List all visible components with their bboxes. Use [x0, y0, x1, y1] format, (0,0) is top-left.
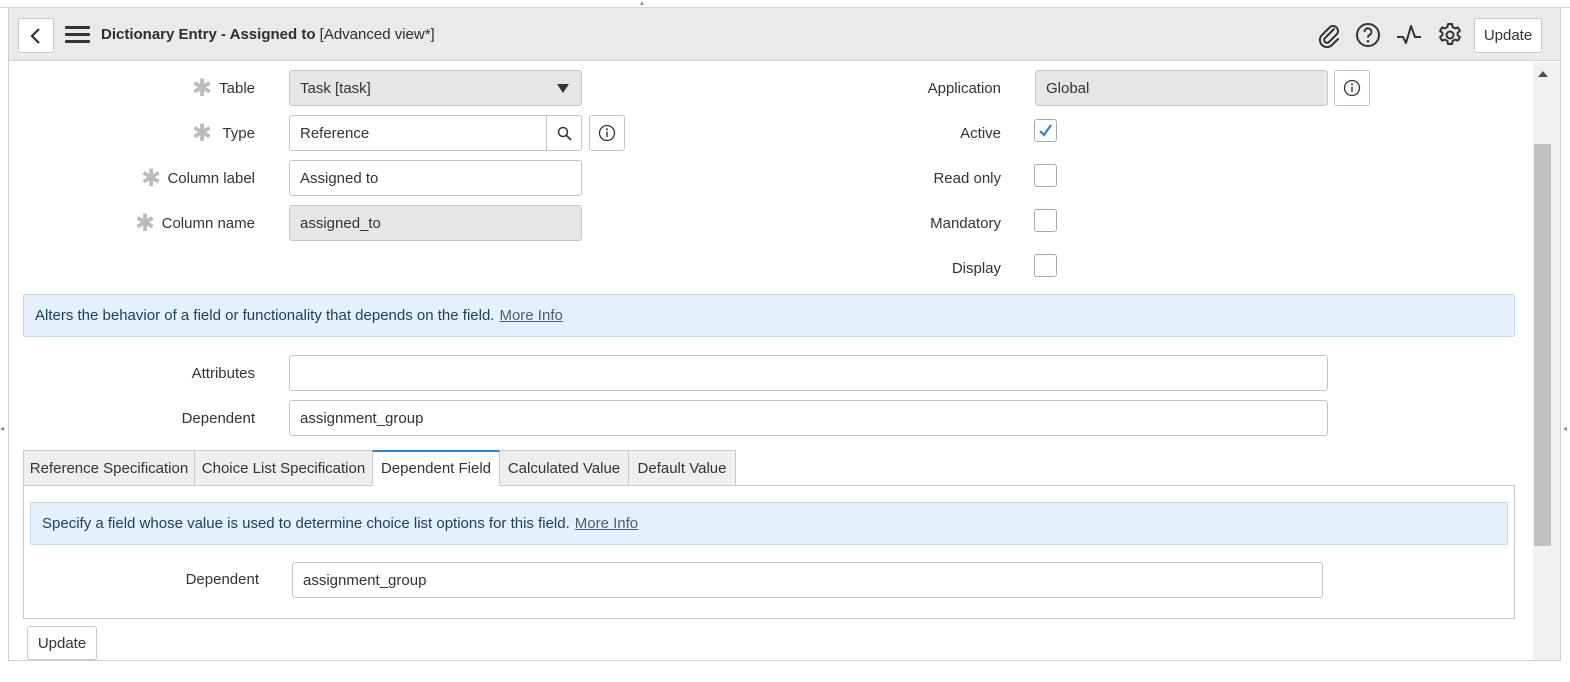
column-name-input[interactable]: assigned_to [289, 205, 582, 241]
read-only-label: Read only [933, 170, 1001, 187]
tab-panel-dependent-field: Specify a field whose value is used to d… [23, 485, 1515, 619]
tab-info-text: Specify a field whose value is used to d… [42, 515, 570, 532]
left-edge-arrow-icon: ◂ [0, 424, 5, 433]
application-value: Global [1046, 79, 1090, 97]
type-info-button[interactable] [589, 115, 625, 151]
column-label-value: Assigned to [300, 169, 379, 187]
scrollbar-thumb[interactable] [1534, 144, 1551, 546]
back-icon [30, 27, 40, 44]
dependent-value: assignment_group [300, 409, 424, 427]
mandatory-label: Mandatory [930, 215, 1001, 232]
info-icon [598, 124, 616, 142]
vertical-scrollbar[interactable] [1533, 62, 1560, 660]
tab-dependent-label: Dependent [185, 571, 259, 588]
help-icon[interactable] [1354, 21, 1382, 49]
form-content: ✱ Table Task [task] ✱ Type Reference ✱ C… [9, 62, 1533, 660]
attachment-icon[interactable] [1315, 21, 1343, 49]
back-button[interactable] [18, 18, 54, 53]
resize-handle-icon[interactable]: ▲ [638, 0, 646, 7]
page-title: Dictionary Entry - Assigned to [Advanced… [101, 26, 435, 43]
menu-icon[interactable] [65, 26, 90, 45]
form-header: Dictionary Entry - Assigned to [Advanced… [9, 8, 1560, 61]
table-select-value: Task [task] [300, 79, 371, 97]
page-title-main: Dictionary Entry - Assigned to [101, 26, 316, 43]
settings-icon[interactable] [1436, 21, 1464, 49]
tab-default-value[interactable]: Default Value [628, 450, 736, 486]
header-update-button[interactable]: Update [1474, 18, 1542, 53]
attributes-label: Attributes [191, 365, 255, 382]
tab-choice-list-specification[interactable]: Choice List Specification [194, 450, 373, 486]
tab-calculated-value[interactable]: Calculated Value [499, 450, 629, 486]
application-info-button[interactable] [1334, 70, 1370, 106]
type-input-value: Reference [300, 124, 370, 142]
tab-dependent-value: assignment_group [303, 571, 427, 589]
active-checkbox[interactable] [1034, 119, 1057, 142]
tab-more-info-link[interactable]: More Info [575, 515, 638, 532]
checkmark-icon [1039, 124, 1052, 137]
read-only-checkbox[interactable] [1034, 164, 1057, 187]
info-icon [1343, 79, 1361, 97]
right-edge-arrow-icon: ◂ [1563, 424, 1568, 433]
more-info-link[interactable]: More Info [499, 307, 562, 324]
application-input[interactable]: Global [1035, 70, 1328, 106]
chevron-down-icon [557, 84, 569, 93]
mandatory-checkbox[interactable] [1034, 209, 1057, 232]
type-input[interactable]: Reference [289, 115, 547, 151]
attributes-input[interactable] [289, 355, 1328, 391]
type-label: Type [222, 125, 255, 142]
form-frame: Dictionary Entry - Assigned to [Advanced… [8, 8, 1561, 661]
active-label: Active [960, 125, 1001, 142]
update-button[interactable]: Update [27, 626, 97, 660]
table-label: Table [219, 80, 255, 97]
scroll-up-icon[interactable] [1538, 71, 1548, 77]
activity-icon[interactable] [1395, 21, 1423, 49]
column-name-label: Column name [161, 215, 255, 232]
top-resize-strip: ▲ [0, 0, 1570, 8]
tab-dependent-field[interactable]: Dependent Field [372, 450, 500, 486]
column-label-input[interactable]: Assigned to [289, 160, 582, 196]
display-label: Display [951, 260, 1001, 277]
column-label-label: Column label [167, 170, 255, 187]
page-title-view: [Advanced view*] [319, 26, 435, 43]
tab-info-banner: Specify a field whose value is used to d… [30, 502, 1508, 545]
dependent-label: Dependent [181, 410, 255, 427]
table-select[interactable]: Task [task] [289, 70, 582, 106]
type-lookup-button[interactable] [546, 115, 582, 151]
tab-dependent-input[interactable]: assignment_group [292, 562, 1323, 598]
info-banner: Alters the behavior of a field or functi… [23, 294, 1515, 337]
search-icon [557, 126, 572, 141]
application-label: Application [927, 80, 1001, 97]
column-name-value: assigned_to [300, 214, 381, 232]
tab-reference-specification[interactable]: Reference Specification [23, 450, 195, 486]
info-banner-text: Alters the behavior of a field or functi… [35, 307, 495, 324]
dependent-input[interactable]: assignment_group [289, 400, 1328, 436]
display-checkbox[interactable] [1034, 254, 1057, 277]
